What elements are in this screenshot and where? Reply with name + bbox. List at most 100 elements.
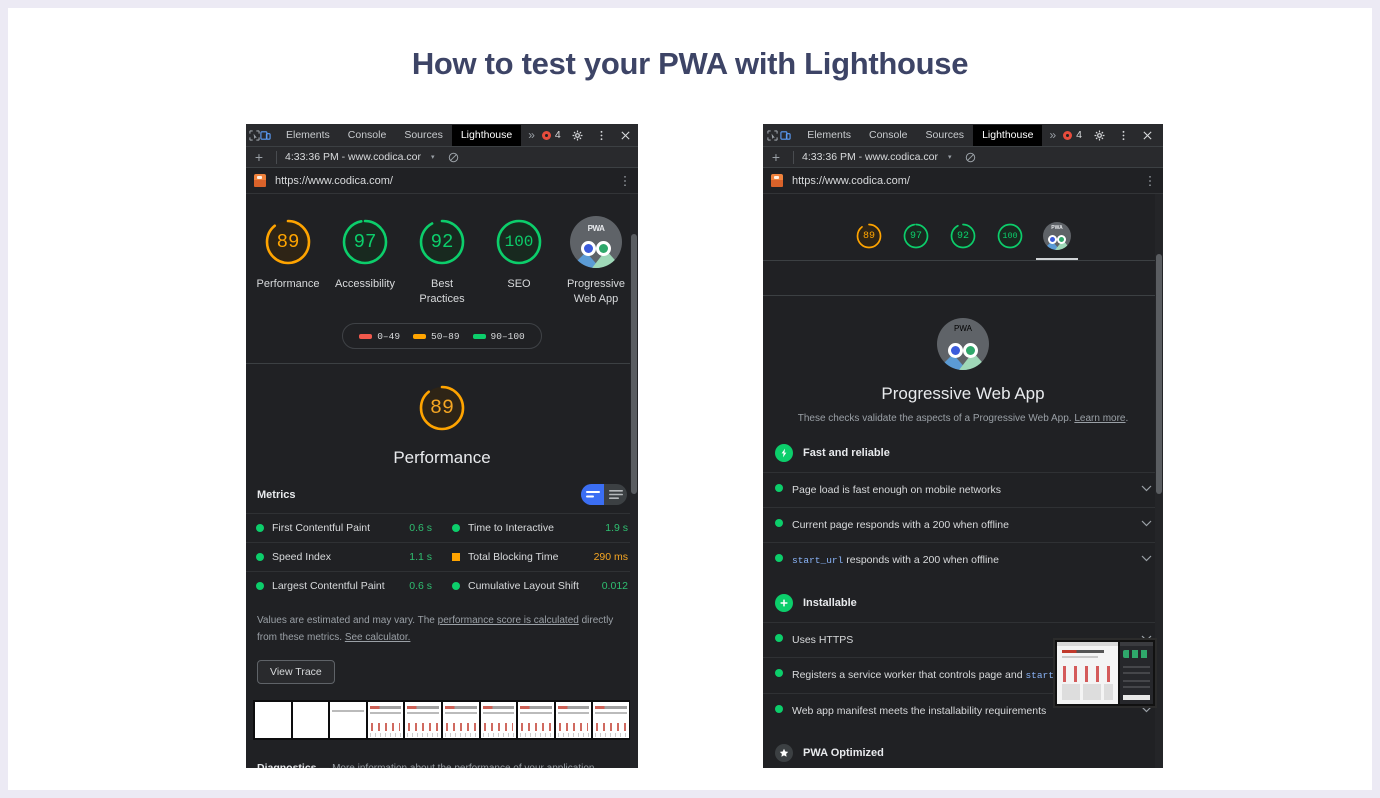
legend-color-swatch	[472, 333, 486, 339]
section-header-fast-and-reliable: Fast and reliable	[763, 434, 1163, 472]
chevron-down-icon[interactable]	[1141, 553, 1152, 565]
tab-lighthouse[interactable]: Lighthouse	[451, 124, 522, 146]
score-summary: 89 Performance 97 Accessibility 92 Best …	[246, 194, 638, 364]
tab-console[interactable]: Console	[339, 125, 396, 146]
metric-total-blocking-time[interactable]: Total Blocking Time 290 ms	[442, 542, 638, 571]
report-url: https://www.codica.com/	[275, 174, 393, 187]
inspect-element-icon[interactable]	[249, 125, 260, 146]
learn-more-link[interactable]: Learn more	[1074, 413, 1125, 424]
view-trace-button[interactable]: View Trace	[257, 660, 335, 684]
metrics-view-toggle[interactable]	[581, 484, 627, 505]
gauge-score: 89	[276, 231, 300, 253]
kebab-menu-icon[interactable]	[591, 125, 613, 146]
no-entry-icon[interactable]	[960, 147, 982, 168]
more-tabs-icon[interactable]: »	[521, 128, 542, 142]
code-token: start_url	[792, 555, 844, 566]
expanded-view-icon[interactable]	[581, 484, 604, 505]
device-toolbar-icon[interactable]	[260, 125, 271, 146]
audit-row[interactable]: Current page responds with a 200 when of…	[763, 507, 1163, 542]
metrics-grid: First Contentful Paint 0.6 s Time to Int…	[246, 513, 638, 600]
audit-row[interactable]: start_url responds with a 200 when offli…	[763, 542, 1163, 578]
metric-label: Cumulative Layout Shift	[468, 580, 579, 592]
gauge-ring: 89	[262, 216, 314, 268]
status-marker-pass	[256, 553, 264, 561]
gauge-accessibility[interactable]: 97 Accessibility	[335, 216, 395, 307]
new-report-button[interactable]: +	[767, 149, 785, 165]
diagnostics-heading: Diagnostics	[257, 762, 317, 768]
mini-gauge-performance[interactable]: 89	[854, 222, 884, 250]
category-divider-band	[763, 260, 1163, 296]
metric-cumulative-layout-shift[interactable]: Cumulative Layout Shift 0.012	[442, 571, 638, 600]
tab-sources[interactable]: Sources	[917, 125, 974, 146]
kebab-menu-icon[interactable]	[1112, 125, 1134, 146]
gauge-label-line1: Best	[430, 278, 453, 290]
metrics-heading: Metrics	[257, 488, 296, 501]
pwa-badge-text: PWA	[1051, 225, 1063, 231]
pwa-shield-icon	[581, 241, 596, 256]
chevron-down-icon[interactable]: ▾	[948, 153, 952, 161]
devtools-toolbar: Elements Console Sources Lighthouse » 4	[763, 124, 1163, 147]
status-marker-pass	[452, 524, 460, 532]
kebab-menu-icon[interactable]	[1145, 175, 1155, 187]
metric-time-to-interactive[interactable]: Time to Interactive 1.9 s	[442, 513, 638, 542]
report-url-bar: https://www.codica.com/	[246, 168, 638, 194]
gear-icon[interactable]	[1088, 125, 1110, 146]
scrollbar-vertical[interactable]	[630, 194, 638, 768]
see-calculator-link[interactable]: See calculator.	[345, 632, 411, 643]
gauge-score: 100	[1002, 231, 1018, 241]
mini-gauge-best-practices[interactable]: 92	[948, 222, 978, 250]
inspect-element-icon[interactable]	[766, 125, 779, 146]
gauge-best-practices[interactable]: 92 Best Practices	[413, 216, 471, 307]
chevron-down-icon[interactable]	[1141, 483, 1152, 495]
no-entry-icon[interactable]	[443, 147, 465, 168]
device-toolbar-icon[interactable]	[779, 125, 792, 146]
gauge-seo[interactable]: 100 SEO	[490, 216, 548, 307]
tab-console[interactable]: Console	[860, 125, 917, 146]
new-report-button[interactable]: +	[250, 149, 268, 165]
mini-gauge-accessibility[interactable]: 97	[901, 222, 931, 250]
error-badge[interactable]: 4	[541, 129, 561, 141]
pwa-plus-icon	[1057, 235, 1066, 244]
chevron-down-icon[interactable]: ▾	[431, 153, 435, 161]
close-icon[interactable]	[1136, 125, 1158, 146]
metric-first-contentful-paint[interactable]: First Contentful Paint 0.6 s	[246, 513, 442, 542]
kebab-menu-icon[interactable]	[620, 175, 630, 187]
scrollbar-thumb[interactable]	[1156, 254, 1162, 494]
diagnostics-header: Diagnostics — More information about the…	[246, 754, 638, 768]
gauge-ring: 100	[493, 216, 545, 268]
close-icon[interactable]	[615, 125, 637, 146]
error-badge[interactable]: 4	[1063, 129, 1082, 141]
audit-row[interactable]: Page load is fast enough on mobile netwo…	[763, 472, 1163, 507]
lighthouse-report-left[interactable]: 89 Performance 97 Accessibility 92 Best …	[246, 194, 638, 768]
tab-elements[interactable]: Elements	[277, 125, 339, 146]
report-selector[interactable]: 4:33:36 PM - www.codica.cor	[285, 151, 421, 163]
lighthouse-report-right[interactable]: 89 97 92 100 PWA PWA Progressive Web App…	[763, 194, 1163, 768]
mini-gauge-pwa[interactable]: PWA	[1036, 222, 1078, 260]
devtools-toolbar-actions: 4	[541, 125, 638, 146]
gear-icon[interactable]	[567, 125, 589, 146]
section-title: Fast and reliable	[803, 447, 890, 459]
chevron-down-icon[interactable]	[1141, 518, 1152, 530]
page-screenshot-preview	[1053, 638, 1157, 708]
gauge-performance[interactable]: 89 Performance	[257, 216, 320, 307]
divider	[276, 150, 277, 164]
tab-sources[interactable]: Sources	[395, 125, 452, 146]
codica-favicon	[771, 174, 783, 187]
active-category-indicator	[1036, 258, 1078, 260]
filmstrip-frame	[330, 702, 366, 738]
list-view-icon[interactable]	[604, 484, 627, 505]
metrics-header: Metrics	[246, 474, 638, 513]
tab-elements[interactable]: Elements	[798, 125, 860, 146]
tab-lighthouse[interactable]: Lighthouse	[973, 124, 1043, 146]
mini-gauge-seo[interactable]: 100	[995, 222, 1025, 250]
scrollbar-thumb[interactable]	[631, 234, 637, 494]
page-title: How to test your PWA with Lighthouse	[411, 46, 969, 81]
lightning-bolt-icon	[775, 444, 793, 462]
performance-score-link[interactable]: performance score is calculated	[438, 615, 579, 626]
gauge-progressive-web-app[interactable]: PWA Progressive Web App	[567, 216, 625, 307]
report-selector[interactable]: 4:33:36 PM - www.codica.cor	[802, 151, 938, 163]
more-tabs-icon[interactable]: »	[1042, 128, 1063, 142]
metric-largest-contentful-paint[interactable]: Largest Contentful Paint 0.6 s	[246, 571, 442, 600]
metric-speed-index[interactable]: Speed Index 1.1 s	[246, 542, 442, 571]
gauge-ring: 92	[416, 216, 468, 268]
